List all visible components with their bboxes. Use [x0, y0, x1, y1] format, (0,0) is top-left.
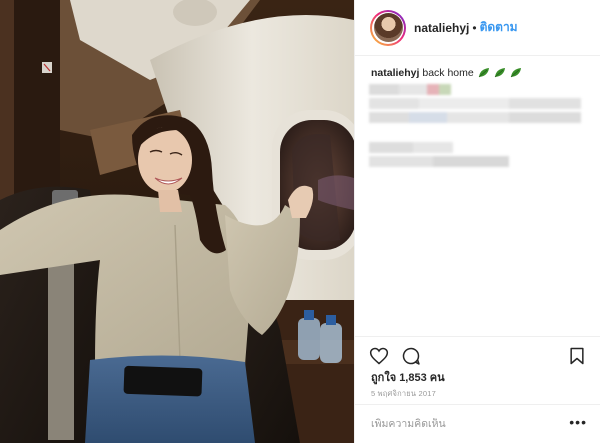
bookmark-icon[interactable]	[567, 346, 587, 366]
herb-leaf-icon	[510, 68, 521, 78]
comment-bar: •••	[355, 404, 600, 443]
post-photo[interactable]	[0, 0, 354, 443]
follow-button[interactable]: ติดตาม	[480, 18, 518, 37]
comment-input[interactable]	[371, 418, 551, 430]
avatar-image	[373, 13, 403, 42]
post-date: 5 พฤศจิกายน 2017	[371, 389, 436, 398]
heart-icon[interactable]	[369, 346, 389, 366]
header-separator: •	[472, 20, 477, 35]
header-username[interactable]: nataliehyj	[414, 21, 469, 35]
caption-username[interactable]: nataliehyj	[371, 67, 419, 79]
airplane-cabin-photo	[0, 0, 354, 443]
caption: nataliehyj back home	[371, 66, 591, 80]
caption-text: back home	[422, 67, 474, 79]
ellipsis-icon[interactable]: •••	[569, 415, 587, 429]
post-header: nataliehyj • ติดตาม	[355, 0, 600, 56]
avatar[interactable]	[370, 9, 406, 46]
censored-caption-text	[369, 84, 589, 184]
herb-leaf-icon	[478, 68, 489, 78]
post-side-panel: nataliehyj • ติดตาม nataliehyj back home	[354, 0, 600, 443]
likes-count[interactable]: ถูกใจ 1,853 คน	[371, 368, 445, 386]
avatar-border	[372, 11, 404, 44]
comment-bubble-icon[interactable]	[401, 346, 421, 366]
instagram-post: nataliehyj • ติดตาม nataliehyj back home	[0, 0, 600, 443]
herb-leaf-icon	[494, 68, 505, 78]
